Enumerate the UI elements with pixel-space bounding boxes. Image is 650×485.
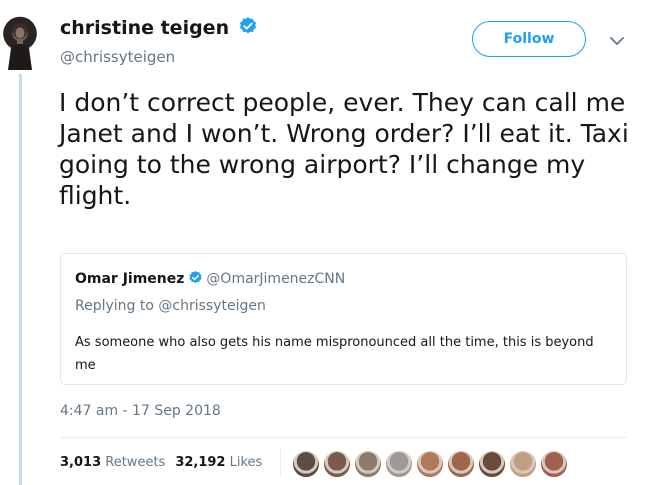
tweet-text: I don’t correct people, ever. They can c… <box>59 88 629 210</box>
liker-avatar[interactable] <box>323 450 351 478</box>
replying-to: Replying to @chrissyteigen <box>75 298 266 314</box>
author-header: christine teigen <box>60 16 258 40</box>
quoted-tweet-text: As someone who also gets his name mispro… <box>75 335 594 373</box>
liker-avatar[interactable] <box>447 450 475 478</box>
display-name[interactable]: christine teigen <box>60 17 229 39</box>
follow-button[interactable]: Follow <box>472 21 586 57</box>
verified-badge-icon <box>188 270 203 289</box>
stats-divider-top <box>60 437 627 438</box>
chevron-down-icon[interactable] <box>609 32 625 51</box>
tweet-timestamp[interactable]: 4:47 am - 17 Sep 2018 <box>60 403 221 419</box>
avatar[interactable] <box>0 14 40 70</box>
thread-line <box>19 74 22 485</box>
verified-badge-icon <box>238 16 258 40</box>
avatar-image <box>8 23 32 70</box>
retweets-stat[interactable]: 3,013 Retweets <box>60 455 165 470</box>
retweets-label: Retweets <box>105 455 166 470</box>
liker-avatar[interactable] <box>509 450 537 478</box>
tweet-stats: 3,013 Retweets 32,192 Likes <box>60 455 262 470</box>
author-handle[interactable]: @chrissyteigen <box>60 48 175 66</box>
replying-to-handle-link[interactable]: @chrissyteigen <box>158 298 265 314</box>
quoted-author-name: Omar Jimenez <box>75 271 185 287</box>
quoted-author-handle: @OmarJimenezCNN <box>206 271 346 287</box>
likes-stat[interactable]: 32,192 Likes <box>175 455 262 470</box>
liker-avatar[interactable] <box>540 450 568 478</box>
likes-count: 32,192 <box>175 455 226 470</box>
quoted-tweet-card[interactable]: Omar Jimenez @OmarJimenezCNN Replying to … <box>60 253 627 385</box>
retweets-count: 3,013 <box>60 455 102 470</box>
liker-avatar[interactable] <box>292 450 320 478</box>
stats-divider-vertical <box>280 448 281 476</box>
liker-avatar[interactable] <box>354 450 382 478</box>
liker-avatar[interactable] <box>478 450 506 478</box>
likes-label: Likes <box>229 455 263 470</box>
liker-avatar[interactable] <box>416 450 444 478</box>
quoted-tweet-author: Omar Jimenez @OmarJimenezCNN <box>75 270 345 289</box>
liker-avatar[interactable] <box>385 450 413 478</box>
replying-to-prefix: Replying to <box>75 298 154 314</box>
liker-avatars <box>292 450 571 480</box>
